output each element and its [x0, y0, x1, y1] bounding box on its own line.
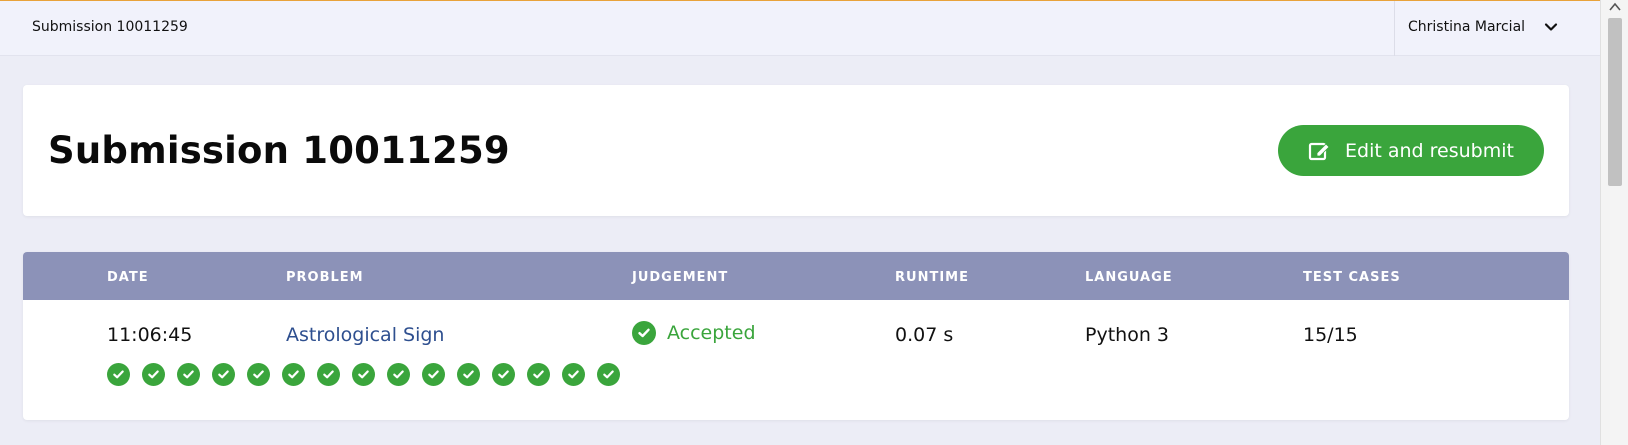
test-case-check-icon[interactable]: [597, 363, 620, 386]
topbar-title: Submission 10011259: [32, 19, 188, 35]
test-case-check-icon[interactable]: [317, 363, 340, 386]
test-case-check-icon[interactable]: [422, 363, 445, 386]
user-name: Christina Marcial: [1408, 19, 1526, 35]
submission-date: 11:06:45: [107, 324, 193, 346]
test-case-check-icon[interactable]: [457, 363, 480, 386]
page-scrollbar[interactable]: [1600, 0, 1628, 445]
test-case-check-icon[interactable]: [282, 363, 305, 386]
judgement-label: Accepted: [667, 322, 756, 344]
scrollbar-thumb[interactable]: [1608, 18, 1622, 186]
runtime-value: 0.07 s: [895, 324, 954, 346]
edit-and-resubmit-button[interactable]: Edit and resubmit: [1278, 125, 1544, 176]
scroll-up-arrow-icon[interactable]: [1609, 2, 1621, 12]
submission-table: DATE PROBLEM JUDGEMENT RUNTIME LANGUAGE …: [23, 252, 1569, 420]
table-header: DATE PROBLEM JUDGEMENT RUNTIME LANGUAGE …: [23, 252, 1569, 300]
test-case-results: [107, 363, 632, 387]
test-cases-value: 15/15: [1303, 324, 1358, 346]
column-header-judgement: JUDGEMENT: [632, 270, 729, 285]
column-header-problem: PROBLEM: [286, 270, 364, 285]
test-case-check-icon[interactable]: [212, 363, 235, 386]
test-case-check-icon[interactable]: [142, 363, 165, 386]
page-title: Submission 10011259: [48, 129, 510, 172]
judgement-status: Accepted: [632, 320, 756, 346]
chevron-down-icon: [1544, 23, 1558, 31]
test-case-check-icon[interactable]: [177, 363, 200, 386]
test-case-check-icon[interactable]: [387, 363, 410, 386]
test-case-check-icon[interactable]: [492, 363, 515, 386]
submission-header-card: Submission 10011259 Edit and resubmit: [23, 85, 1569, 216]
column-header-runtime: RUNTIME: [895, 270, 969, 285]
column-header-language: LANGUAGE: [1085, 270, 1173, 285]
test-case-check-icon[interactable]: [247, 363, 270, 386]
test-case-check-icon[interactable]: [527, 363, 550, 386]
top-bar: Submission 10011259 Christina Marcial: [0, 1, 1600, 56]
test-case-check-icon[interactable]: [107, 363, 130, 386]
user-menu[interactable]: Christina Marcial: [1394, 1, 1600, 56]
column-header-test-cases: TEST CASES: [1303, 270, 1401, 285]
column-header-date: DATE: [107, 270, 149, 285]
problem-link[interactable]: Astrological Sign: [286, 324, 444, 346]
test-case-check-icon[interactable]: [352, 363, 375, 386]
language-value: Python 3: [1085, 324, 1169, 346]
test-case-check-icon[interactable]: [562, 363, 585, 386]
accepted-check-icon: [632, 321, 656, 345]
edit-icon: [1308, 142, 1330, 160]
edit-and-resubmit-label: Edit and resubmit: [1345, 139, 1514, 162]
